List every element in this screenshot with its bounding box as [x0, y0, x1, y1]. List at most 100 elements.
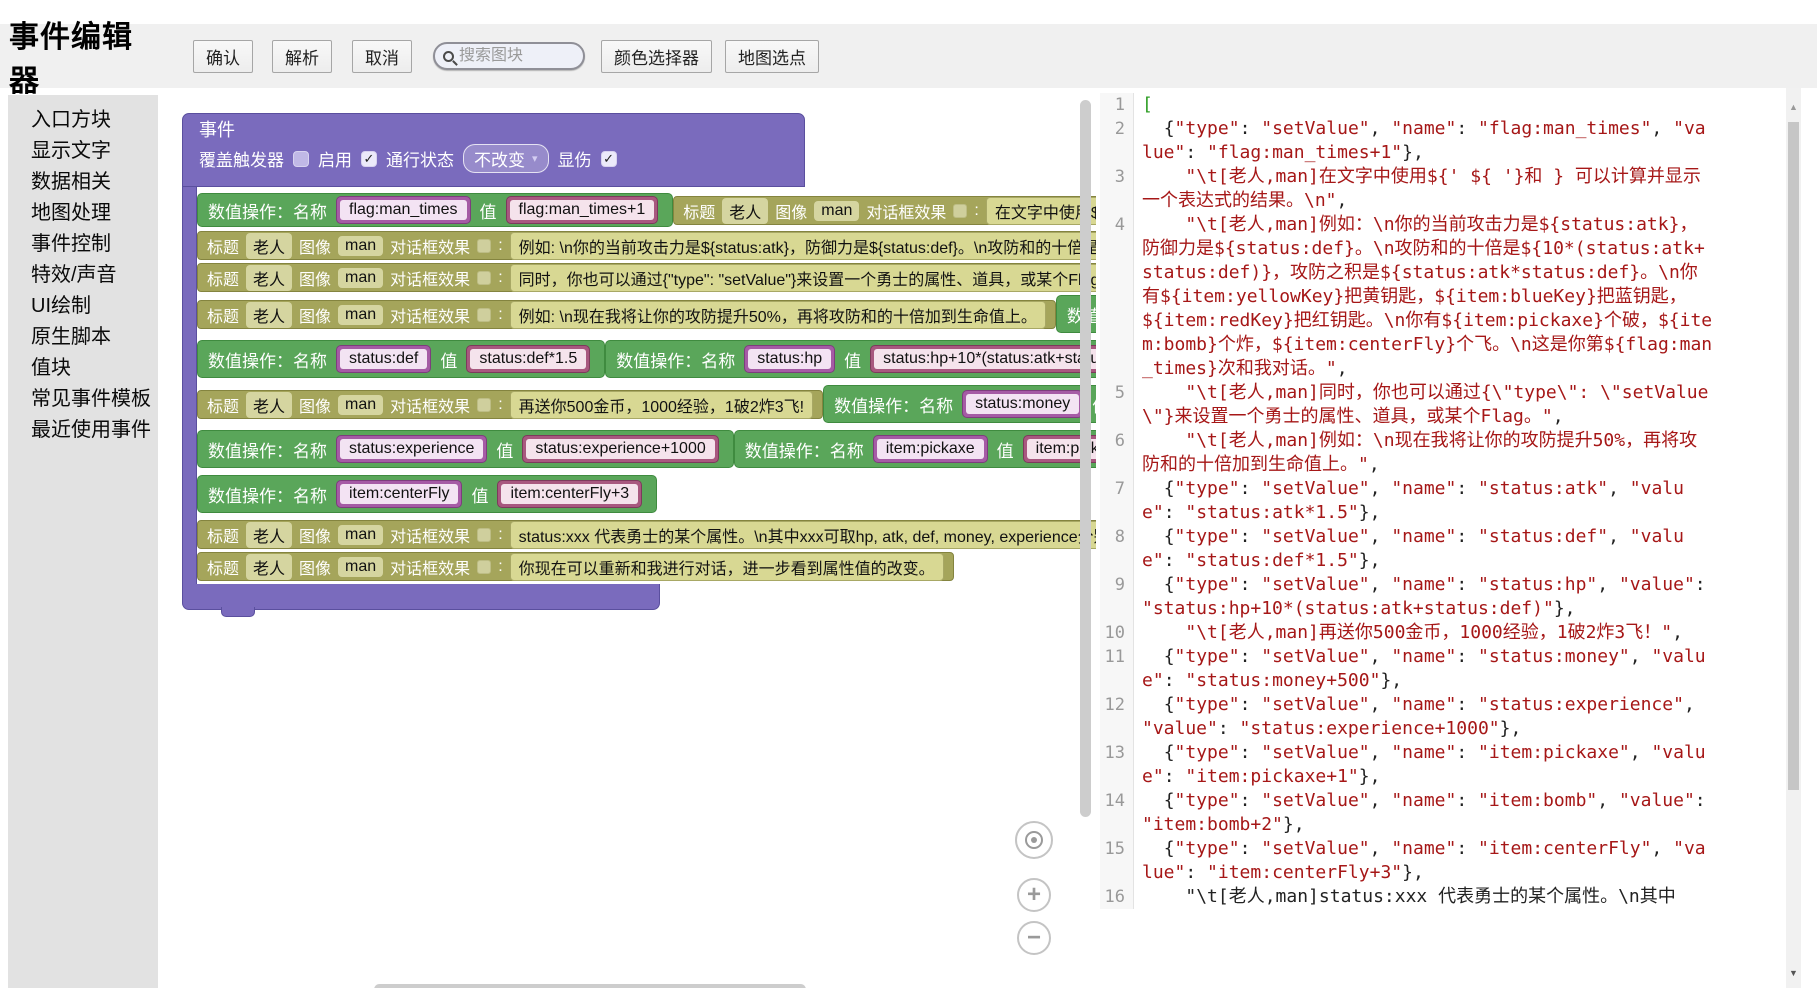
code-line[interactable]: 1[ — [1100, 93, 1786, 117]
dialog-effect-checkbox[interactable] — [477, 560, 491, 574]
sidebar-item-11[interactable]: 最近使用事件 — [8, 415, 158, 446]
code-line[interactable]: 8 {"type": "setValue", "name": "status:d… — [1100, 525, 1786, 573]
search-input[interactable] — [459, 47, 569, 65]
code-line[interactable]: 2 {"type": "setValue", "name": "flag:man… — [1100, 117, 1786, 165]
code-text[interactable]: [ — [1142, 93, 1714, 117]
dialog-image-chip[interactable]: man — [338, 236, 383, 256]
dialog-effect-checkbox[interactable] — [477, 308, 491, 322]
dialog-effect-checkbox[interactable] — [477, 271, 491, 285]
editor-scrollbar[interactable]: ▲ ▼ — [1786, 88, 1801, 988]
code-text[interactable]: {"type": "setValue", "name": "item:cente… — [1142, 837, 1714, 885]
dialog-image-chip[interactable]: man — [338, 268, 383, 288]
sidebar-item-10[interactable]: 常见事件模板 — [8, 384, 158, 415]
code-line[interactable]: 9 {"type": "setValue", "name": "status:h… — [1100, 573, 1786, 621]
overlap-trigger-checkbox[interactable] — [293, 151, 309, 167]
name-value-chip[interactable]: status:experience — [336, 435, 487, 463]
event-json-editor[interactable]: 1[2 {"type": "setValue", "name": "flag:m… — [1100, 88, 1786, 988]
setvalue-block[interactable]: 数值操作：名称flag:man_times值flag:man_times+1 — [197, 193, 673, 227]
editor-scrollbar-thumb[interactable] — [1788, 122, 1799, 790]
enable-checkbox[interactable]: ✓ — [361, 151, 377, 167]
recenter-button[interactable] — [1015, 821, 1053, 859]
display-damage-checkbox[interactable]: ✓ — [601, 151, 617, 167]
blockly-canvas[interactable]: 事件 覆盖触发器 启用 ✓ 通行状态 不改变 ▾ 显伤 ✓ 数值操作：名称fla… — [158, 90, 1096, 988]
dialog-image-chip[interactable]: man — [338, 305, 383, 325]
code-line[interactable]: 10 "\t[老人,man]再送你500金币，1000经验，1破2炸3飞！", — [1100, 621, 1786, 645]
setvalue-block[interactable]: 数值操作：名称item:centerFly值item:centerFly+3 — [197, 475, 657, 513]
dialog-text-block[interactable]: 标题老人图像man对话框效果:例如: \n现在我将让你的攻防提升50%，再将攻防… — [197, 300, 1056, 329]
dialog-text-field[interactable]: 同时，你也可以通过{"type": "setValue"}来设置一个勇士的属性、… — [510, 264, 1096, 292]
dialog-text-block[interactable]: 标题老人图像man对话框效果:在文字中使用${' ${ '}和 } 可以计算并显… — [673, 196, 1096, 225]
setvalue-block[interactable]: 数值操作：名称status:money值status:money+500 — [823, 385, 1096, 423]
code-line[interactable]: 14 {"type": "setValue", "name": "item:bo… — [1100, 789, 1786, 837]
setvalue-block[interactable]: 数值操作：名称status:experience值status:experien… — [197, 430, 734, 468]
dialog-image-chip[interactable]: man — [338, 395, 383, 415]
dialog-text-field[interactable]: 例如: \n现在我将让你的攻防提升50%，再将攻防和的十倍加到生命值上。 — [510, 301, 1046, 329]
map-pick-button[interactable]: 地图选点 — [725, 40, 819, 73]
setvalue-block[interactable]: 数值操作：名称status:def值status:def*1.5 — [197, 340, 605, 378]
dialog-effect-checkbox[interactable] — [953, 204, 967, 218]
code-text[interactable]: {"type": "setValue", "name": "item:picka… — [1142, 741, 1714, 789]
name-value-chip[interactable]: item:pickaxe — [873, 435, 988, 463]
sidebar-item-5[interactable]: 事件控制 — [8, 229, 158, 260]
name-value-chip[interactable]: status:hp — [744, 345, 835, 373]
dialog-title-chip[interactable]: 老人 — [246, 233, 292, 259]
canvas-horizontal-scrollbar[interactable] — [374, 984, 806, 988]
sidebar-item-2[interactable]: 显示文字 — [8, 136, 158, 167]
code-line[interactable]: 13 {"type": "setValue", "name": "item:pi… — [1100, 741, 1786, 789]
code-text[interactable]: {"type": "setValue", "name": "status:mon… — [1142, 645, 1714, 693]
code-text[interactable]: {"type": "setValue", "name": "status:exp… — [1142, 693, 1714, 741]
code-text[interactable]: "\t[老人,man]再送你500金币，1000经验，1破2炸3飞！", — [1142, 621, 1714, 645]
sidebar-item-6[interactable]: 特效/声音 — [8, 260, 158, 291]
canvas-vertical-scrollbar[interactable] — [1080, 100, 1091, 817]
zoom-in-button[interactable]: + — [1017, 878, 1051, 912]
setvalue-block[interactable]: 数值操作：名称status:hp值status:hp+10*(status:at… — [605, 340, 1096, 378]
value-expression-chip[interactable]: item:centerFly+3 — [497, 480, 642, 508]
dialog-title-chip[interactable]: 老人 — [722, 198, 768, 224]
event-block[interactable]: 事件 覆盖触发器 启用 ✓ 通行状态 不改变 ▾ 显伤 ✓ 数值操作：名称fla… — [182, 113, 1096, 610]
parse-button[interactable]: 解析 — [272, 40, 332, 73]
name-value-chip[interactable]: status:def — [336, 345, 431, 373]
code-text[interactable]: "\t[老人,man]同时，你也可以通过{\"type\": \"setValu… — [1142, 381, 1714, 429]
setvalue-block[interactable]: 数值操作：名称item:pickaxe值item:pickaxe+1 — [734, 430, 1096, 468]
code-line[interactable]: 16 "\t[老人,man]status:xxx 代表勇士的某个属性。\n其中 — [1100, 885, 1786, 909]
value-expression-chip[interactable]: status:experience+1000 — [522, 435, 718, 463]
event-block-header[interactable]: 事件 覆盖触发器 启用 ✓ 通行状态 不改变 ▾ 显伤 ✓ — [182, 113, 805, 187]
code-text[interactable]: "\t[老人,man]在文字中使用${' ${ '}和 } 可以计算并显示一个表… — [1142, 165, 1714, 213]
dialog-text-field[interactable]: 你现在可以重新和我进行对话，进一步看到属性值的改变。 — [510, 553, 944, 581]
scroll-down-icon[interactable]: ▼ — [1786, 968, 1801, 978]
name-value-chip[interactable]: item:centerFly — [336, 480, 462, 508]
dialog-text-block[interactable]: 标题老人图像man对话框效果:再送你500金币，1000经验，1破2炸3飞! — [197, 390, 823, 419]
code-text[interactable]: {"type": "setValue", "name": "status:hp"… — [1142, 573, 1714, 621]
code-text[interactable]: "\t[老人,man]status:xxx 代表勇士的某个属性。\n其中 — [1142, 885, 1714, 909]
code-text[interactable]: {"type": "setValue", "name": "status:atk… — [1142, 477, 1714, 525]
cancel-button[interactable]: 取消 — [352, 40, 412, 73]
dialog-text-block[interactable]: 标题老人图像man对话框效果:例如: \n你的当前攻击力是${status:at… — [197, 231, 1096, 260]
code-line[interactable]: 5 "\t[老人,man]同时，你也可以通过{\"type\": \"setVa… — [1100, 381, 1786, 429]
dialog-text-field[interactable]: status:xxx 代表勇士的某个属性。\n其中xxx可取hp, atk, d… — [510, 521, 1096, 549]
value-expression-chip[interactable]: flag:man_times+1 — [506, 196, 659, 224]
scroll-up-icon[interactable]: ▲ — [1786, 102, 1801, 112]
confirm-button[interactable]: 确认 — [193, 40, 253, 73]
sidebar-item-8[interactable]: 原生脚本 — [8, 322, 158, 353]
value-expression-chip[interactable]: status:def*1.5 — [466, 345, 590, 373]
dialog-effect-checkbox[interactable] — [477, 239, 491, 253]
pass-state-dropdown[interactable]: 不改变 ▾ — [463, 144, 549, 173]
search-box[interactable] — [433, 42, 585, 70]
dialog-effect-checkbox[interactable] — [477, 398, 491, 412]
dialog-effect-checkbox[interactable] — [477, 528, 491, 542]
code-line[interactable]: 7 {"type": "setValue", "name": "status:a… — [1100, 477, 1786, 525]
code-text[interactable]: "\t[老人,man]例如：\n现在我将让你的攻防提升50%，再将攻防和的十倍加… — [1142, 429, 1714, 477]
dialog-image-chip[interactable]: man — [338, 557, 383, 577]
dialog-text-block[interactable]: 标题老人图像man对话框效果:同时，你也可以通过{"type": "setVal… — [197, 263, 1096, 292]
code-text[interactable]: "\t[老人,man]例如：\n你的当前攻击力是${status:atk}，防御… — [1142, 213, 1714, 381]
sidebar-item-1[interactable]: 入口方块 — [8, 105, 158, 136]
dialog-title-chip[interactable]: 老人 — [246, 265, 292, 291]
dialog-text-block[interactable]: 标题老人图像man对话框效果:你现在可以重新和我进行对话，进一步看到属性值的改变… — [197, 552, 954, 581]
sidebar-item-3[interactable]: 数据相关 — [8, 167, 158, 198]
dialog-title-chip[interactable]: 老人 — [246, 392, 292, 418]
sidebar-item-9[interactable]: 值块 — [8, 353, 158, 384]
code-line[interactable]: 4 "\t[老人,man]例如：\n你的当前攻击力是${status:atk}，… — [1100, 213, 1786, 381]
dialog-text-field[interactable]: 例如: \n你的当前攻击力是${status:atk}，防御力是${status… — [510, 232, 1096, 260]
name-value-chip[interactable]: status:money — [962, 390, 1083, 418]
code-line[interactable]: 12 {"type": "setValue", "name": "status:… — [1100, 693, 1786, 741]
